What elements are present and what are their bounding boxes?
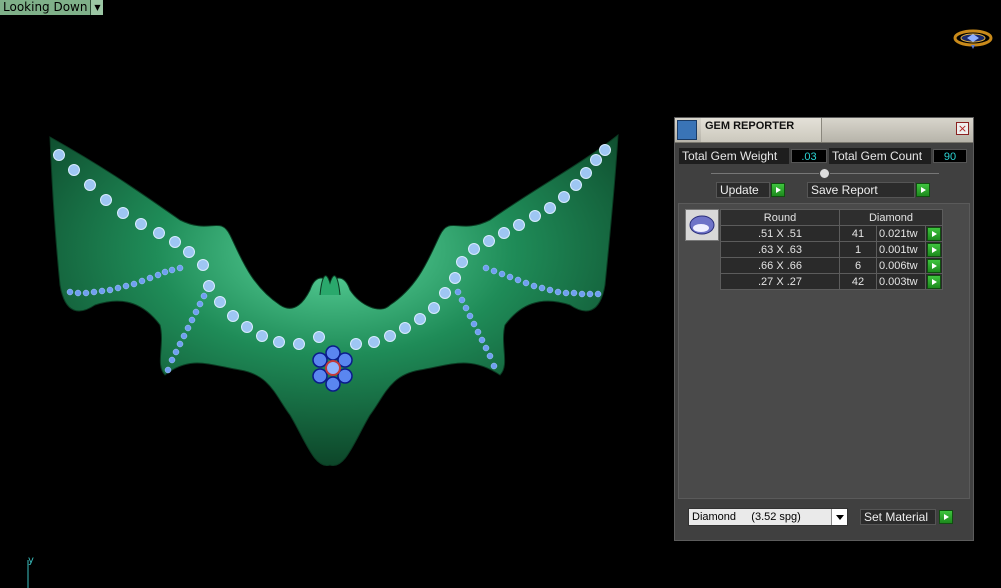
gem-count: 6 (839, 257, 877, 274)
total-gem-weight-value: .03 (791, 149, 827, 163)
total-gem-count: Total Gem Count 90 (829, 148, 969, 164)
gem-size: .27 X .27 (720, 273, 840, 290)
save-report-go-icon[interactable] (916, 183, 930, 197)
chevron-down-icon[interactable] (831, 509, 847, 525)
row-go-button[interactable] (925, 241, 943, 258)
set-material-go-icon[interactable] (939, 510, 953, 524)
close-icon[interactable]: × (956, 122, 969, 135)
gem-count: 41 (839, 225, 877, 242)
splitter-handle[interactable] (819, 168, 830, 179)
panel-tab[interactable]: GEM REPORTER (701, 118, 822, 142)
total-gem-count-label: Total Gem Count (829, 148, 931, 164)
panel-titlebar[interactable]: GEM REPORTER × (675, 118, 973, 143)
material-select-value: Diamond (3.52 spg) (692, 511, 801, 523)
gem-count: 1 (839, 241, 877, 258)
gem-weight: 0.021tw (876, 225, 926, 242)
gem-table: Round Diamond .51 X .51 41 0.021tw .63 X… (720, 209, 943, 290)
update-button[interactable]: Update (716, 182, 770, 198)
gem-report-area: Round Diamond .51 X .51 41 0.021tw .63 X… (678, 203, 970, 499)
set-material-button[interactable]: Set Material (860, 509, 936, 525)
go-arrow-icon[interactable] (927, 275, 941, 289)
gem-reporter-app-icon (677, 120, 697, 140)
table-row: .51 X .51 41 0.021tw (720, 225, 943, 242)
total-gem-weight-label: Total Gem Weight (679, 148, 789, 164)
save-report-button-label: Save Report (811, 183, 878, 197)
gem-size: .63 X .63 (720, 241, 840, 258)
go-arrow-icon[interactable] (927, 243, 941, 257)
gem-size: .51 X .51 (720, 225, 840, 242)
table-row: .66 X .66 6 0.006tw (720, 257, 943, 274)
axis-label: y (28, 555, 34, 566)
go-arrow-icon[interactable] (927, 227, 941, 241)
save-report-button[interactable]: Save Report (807, 182, 915, 198)
go-arrow-icon[interactable] (927, 259, 941, 273)
row-go-button[interactable] (925, 257, 943, 274)
panel-title: GEM REPORTER (705, 120, 795, 132)
gem-shape-icon (685, 209, 719, 241)
material-select[interactable]: Diamond (3.52 spg) (688, 508, 848, 526)
row-go-button[interactable] (925, 225, 943, 242)
gem-count: 42 (839, 273, 877, 290)
table-row: .63 X .63 1 0.001tw (720, 241, 943, 258)
update-go-icon[interactable] (771, 183, 785, 197)
update-button-label: Update (720, 183, 759, 197)
gem-reporter-panel: GEM REPORTER × Total Gem Weight .03 Tota… (674, 117, 974, 541)
table-row: .27 X .27 42 0.003tw (720, 273, 943, 290)
gem-weight: 0.003tw (876, 273, 926, 290)
set-material-button-label: Set Material (864, 510, 929, 524)
row-go-button[interactable] (925, 273, 943, 290)
total-gem-count-value: 90 (933, 149, 967, 163)
total-gem-weight: Total Gem Weight .03 (679, 148, 827, 164)
gem-size: .66 X .66 (720, 257, 840, 274)
gem-material-header: Diamond (839, 209, 943, 226)
gem-weight: 0.001tw (876, 241, 926, 258)
gem-shape-header: Round (720, 209, 840, 226)
gem-weight: 0.006tw (876, 257, 926, 274)
gem-layout (53, 144, 611, 392)
compass-icon[interactable] (953, 28, 993, 50)
